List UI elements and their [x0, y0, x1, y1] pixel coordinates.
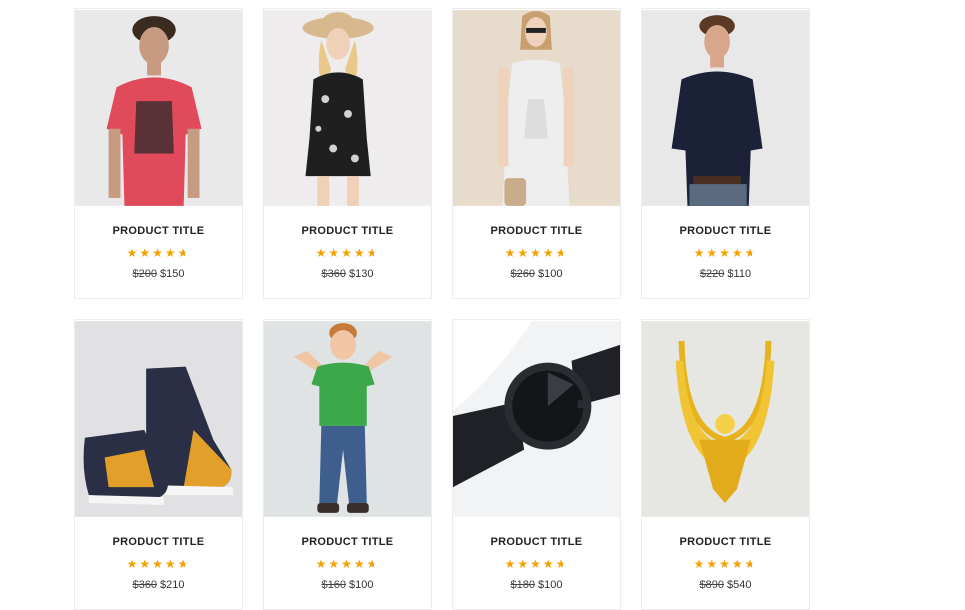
product-image-boy-green-shirt[interactable]	[264, 320, 431, 518]
product-card[interactable]: PRODUCT TITLE ★★★★★ $360$210	[74, 319, 243, 610]
product-title[interactable]: PRODUCT TITLE	[453, 536, 620, 548]
product-title[interactable]: PRODUCT TITLE	[264, 225, 431, 237]
product-title[interactable]: PRODUCT TITLE	[264, 536, 431, 548]
price: $360 $130	[264, 268, 431, 280]
old-price: $160	[321, 579, 346, 591]
product-image-navy-shirt[interactable]	[642, 9, 809, 207]
product-grid: PRODUCT TITLE ★★★★★ $200$150	[74, 8, 810, 610]
price: $200 $150	[75, 268, 242, 280]
product-image-red-tshirt[interactable]	[75, 9, 242, 207]
sale-price: $100	[538, 579, 563, 591]
rating-stars: ★★★★★	[75, 246, 242, 260]
product-title[interactable]: PRODUCT TITLE	[75, 225, 242, 237]
product-image-white-dress[interactable]	[453, 9, 620, 207]
price: $220 $110	[642, 268, 809, 280]
sale-price: $210	[160, 579, 185, 591]
sale-price: $130	[349, 268, 374, 280]
product-card[interactable]: PRODUCT TITLE ★★★★★ $200$150	[74, 8, 243, 299]
product-card[interactable]: PRODUCT TITLE ★★★★★ $260$100	[452, 8, 621, 299]
rating-stars: ★★★★★	[75, 557, 242, 571]
price: $160 $100	[264, 579, 431, 591]
price: $180 $100	[453, 579, 620, 591]
product-card[interactable]: PRODUCT TITLE ★★★★★ $220$110	[641, 8, 810, 299]
sale-price: $110	[727, 268, 752, 280]
rating-stars: ★★★★★	[453, 557, 620, 571]
price: $890 $540	[642, 579, 809, 591]
product-image-floral-romper[interactable]	[264, 9, 431, 207]
product-title[interactable]: PRODUCT TITLE	[453, 225, 620, 237]
rating-stars: ★★★★★	[264, 246, 431, 260]
rating-stars: ★★★★★	[453, 246, 620, 260]
rating-stars: ★★★★★	[642, 557, 809, 571]
sale-price: $100	[349, 579, 374, 591]
old-price: $360	[321, 268, 346, 280]
product-title[interactable]: PRODUCT TITLE	[75, 536, 242, 548]
old-price: $890	[699, 579, 724, 591]
product-card[interactable]: PRODUCT TITLE ★★★★★ $160$100	[263, 319, 432, 610]
sale-price: $100	[538, 268, 563, 280]
product-image-gold-necklace[interactable]	[642, 320, 809, 518]
rating-stars: ★★★★★	[642, 246, 809, 260]
product-card[interactable]: PRODUCT TITLE ★★★★★ $360$130	[263, 8, 432, 299]
old-price: $180	[510, 579, 535, 591]
old-price: $260	[510, 268, 535, 280]
sale-price: $540	[727, 579, 752, 591]
product-card[interactable]: PRODUCT TITLE ★★★★★ $890$540	[641, 319, 810, 610]
product-title[interactable]: PRODUCT TITLE	[642, 536, 809, 548]
product-image-wrist-watch[interactable]	[453, 320, 620, 518]
product-title[interactable]: PRODUCT TITLE	[642, 225, 809, 237]
sale-price: $150	[160, 268, 185, 280]
old-price: $360	[132, 579, 157, 591]
price: $360 $210	[75, 579, 242, 591]
old-price: $200	[132, 268, 157, 280]
old-price: $220	[699, 268, 725, 280]
product-image-sneakers[interactable]	[75, 320, 242, 518]
rating-stars: ★★★★★	[264, 557, 431, 571]
product-card[interactable]: PRODUCT TITLE ★★★★★ $180$100	[452, 319, 621, 610]
price: $260 $100	[453, 268, 620, 280]
